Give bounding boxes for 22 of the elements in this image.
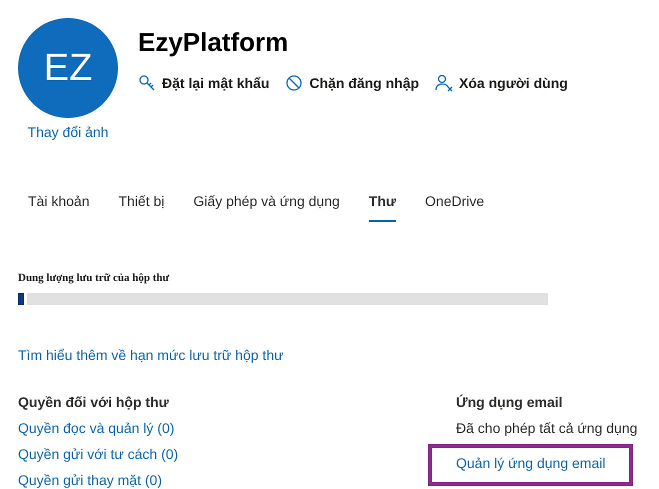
user-remove-icon [435,74,454,92]
action-button[interactable]: Xóa người dùng [435,72,568,94]
permission-link[interactable]: Quyền đọc và quản lý (0) [18,418,456,438]
tab[interactable]: Thư [368,187,396,222]
status-text: Đã cho phép tất cả ứng dụng [456,418,638,438]
block-icon [285,74,304,92]
key-icon [138,74,156,92]
learn-more-link[interactable]: Tìm hiểu thêm về hạn mức lưu trữ hộp thư [18,344,284,366]
change-photo-link[interactable]: Thay đổi ảnh [28,122,108,143]
action-button[interactable]: Đặt lại mật khẩu [138,72,270,94]
tab[interactable]: Thiết bị [118,187,164,222]
action-button[interactable]: Chặn đăng nhập [285,72,420,94]
permission-link[interactable]: Quyền gửi thay mặt (0) [18,470,456,489]
storage-label: Dung lượng lưu trữ của hộp thư [18,271,170,286]
section-heading: Ứng dụng email [456,392,563,412]
user-name: EzyPlatform [138,28,290,57]
permission-link[interactable]: Quyền gửi với tư cách (0) [18,444,456,464]
tab[interactable]: Tài khoản [28,187,90,222]
tab[interactable]: OneDrive [425,187,484,222]
section-heading: Quyền đối với hộp thư [18,392,170,412]
tab[interactable]: Giấy phép và ứng dụng [193,187,340,222]
avatar: EZ [18,18,118,118]
